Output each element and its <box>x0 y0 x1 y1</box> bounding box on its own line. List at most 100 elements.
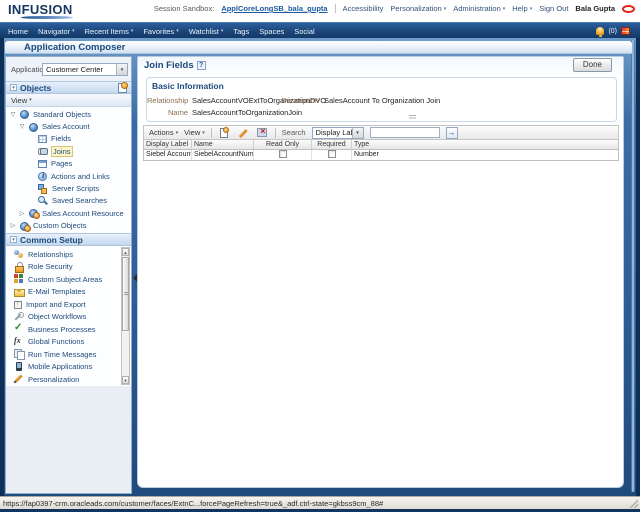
common-setup-item-mobile-applications[interactable]: Mobile Applications <box>6 361 131 374</box>
required-checkbox[interactable] <box>328 150 336 158</box>
tree-item-actions-and-links[interactable]: Actions and Links <box>6 170 131 182</box>
view-menu-button-table[interactable]: View ▾ <box>184 128 205 137</box>
join-fields-title-text: Join Fields <box>144 60 194 71</box>
global-navbar: Home Navigator▾ Recent Items▾ Favorites▾ Wat… <box>0 22 640 38</box>
common-setup-item-custom-subject-areas[interactable]: Custom Subject Areas <box>6 273 131 286</box>
script-icon <box>38 184 48 194</box>
tree-item-custom-objects[interactable]: ▷Custom Objects <box>6 220 131 232</box>
tree-toggle-icon[interactable]: ▽ <box>18 123 26 130</box>
actions-menu-button[interactable]: Actions ▾ <box>149 128 178 137</box>
objects-collapse-icon[interactable]: ▾ <box>10 84 17 91</box>
nav-item-label: Watchlist <box>189 27 219 36</box>
tree-item-saved-searches[interactable]: Saved Searches <box>6 195 131 207</box>
description-resize-grip[interactable] <box>409 115 416 119</box>
nav-item-label: Favorites <box>143 27 174 36</box>
basic-information-section: Basic Information Relationship SalesAcco… <box>146 77 617 122</box>
common-setup-item-personalization[interactable]: Personalization <box>6 373 131 386</box>
nav-item-watchlist[interactable]: Watchlist▾ <box>189 27 224 36</box>
table-row[interactable]: Siebel Account NumbSiebelAccountNumbeNum… <box>144 150 618 160</box>
dropdown-caret-icon: ▾ <box>444 6 447 12</box>
delete-icon <box>257 128 267 137</box>
edit-button[interactable] <box>237 127 250 139</box>
edit-object-icon[interactable] <box>118 83 127 93</box>
common-setup-item-label: Global Functions <box>28 337 84 346</box>
common-setup-item-label: Object Workflows <box>28 312 86 321</box>
objects-panel-header[interactable]: ▾ Objects <box>6 81 131 94</box>
header-utility-links: Session Sandbox: ApplCoreLongSB_bala_gup… <box>154 4 635 13</box>
column-header-display-label[interactable]: Display Label <box>144 140 192 149</box>
tree-item-standard-objects[interactable]: ▽Standard Objects <box>6 108 131 120</box>
tree-toggle-icon[interactable]: ▷ <box>18 210 26 217</box>
nav-item-spaces[interactable]: Spaces <box>259 27 284 36</box>
tree-item-server-scripts[interactable]: Server Scripts <box>6 182 131 194</box>
create-icon <box>220 128 228 138</box>
tree-item-fields[interactable]: Fields <box>6 133 131 145</box>
tree-toggle-icon[interactable]: ▷ <box>9 222 17 229</box>
common-setup-panel-header[interactable]: ▾ Common Setup <box>6 233 131 246</box>
search-go-button[interactable]: → <box>446 127 458 139</box>
nav-item-recent-items[interactable]: Recent Items▾ <box>85 27 134 36</box>
search-label: Search <box>282 128 306 137</box>
nav-item-tags[interactable]: Tags <box>233 27 249 36</box>
global-header: INFUSION Session Sandbox: ApplCoreLongSB… <box>0 0 640 22</box>
header-link-sign-out[interactable]: Sign Out <box>539 4 568 13</box>
column-header-read-only[interactable]: Read Only <box>254 140 312 149</box>
common-setup-item-global-functions[interactable]: Global Functions <box>6 336 131 349</box>
column-header-required[interactable]: Required <box>312 140 352 149</box>
nav-item-label: Recent Items <box>85 27 129 36</box>
nav-item-social[interactable]: Social <box>294 27 314 36</box>
notifications-bell-icon[interactable] <box>596 27 604 35</box>
read-only-checkbox[interactable] <box>279 150 287 158</box>
objects-tree: ▽Standard Objects▽Sales AccountFieldsJoi… <box>6 107 131 233</box>
header-link-administration[interactable]: Administration▾ <box>453 4 505 13</box>
dropdown-caret-icon: ▾ <box>530 6 533 12</box>
tree-view-toolbar: View ▾ <box>6 94 131 107</box>
nav-item-label: Social <box>294 27 314 36</box>
common-setup-item-business-processes[interactable]: Business Processes <box>6 323 131 336</box>
tree-item-joins[interactable]: Joins <box>6 145 131 157</box>
page-title: Application Composer <box>24 42 125 53</box>
scroll-up-icon[interactable]: ▲ <box>122 248 129 256</box>
help-icon[interactable]: ? <box>197 61 206 70</box>
search-input[interactable] <box>370 127 440 138</box>
scroll-down-icon[interactable]: ▼ <box>122 376 129 384</box>
view-menu-button[interactable]: View ▾ <box>11 96 32 105</box>
done-button[interactable]: Done <box>573 58 612 72</box>
search-by-arrow-icon[interactable]: ▾ <box>352 128 363 138</box>
tree-item-sales-account[interactable]: ▽Sales Account <box>6 120 131 132</box>
tree-toggle-icon[interactable]: ▽ <box>9 111 17 118</box>
create-button[interactable] <box>218 127 231 139</box>
common-setup-item-object-workflows[interactable]: Object Workflows <box>6 311 131 324</box>
cell-display-label: Siebel Account Numb <box>144 150 192 160</box>
header-link-personalization[interactable]: Personalization▾ <box>390 4 446 13</box>
common-setup-item-e-mail-templates[interactable]: E-Mail Templates <box>6 286 131 299</box>
common-setup-item-role-security[interactable]: Role Security <box>6 261 131 274</box>
column-header-name[interactable]: Name <box>192 140 254 149</box>
join-fields-table: Display LabelNameRead OnlyRequiredType S… <box>143 140 619 161</box>
tree-item-sales-account-resource[interactable]: ▷Sales Account Resource <box>6 207 131 219</box>
header-link-help[interactable]: Help▾ <box>512 4 532 13</box>
nav-item-home[interactable]: Home <box>8 27 28 36</box>
info-icon <box>38 172 47 181</box>
application-select[interactable]: Customer Center ▾ <box>42 63 128 76</box>
nav-item-navigator[interactable]: Navigator▾ <box>38 27 75 36</box>
common-setup-scrollbar[interactable]: ▲ ▼ <box>121 247 130 385</box>
msg-icon <box>14 349 24 359</box>
sidebar: Application Customer Center ▾ ▾ Objects … <box>5 56 132 494</box>
right-scroll-track[interactable] <box>631 40 635 492</box>
session-sandbox-link[interactable]: ApplCoreLongSB_bala_gupta <box>221 4 327 13</box>
scrollbar-thumb[interactable] <box>122 257 129 331</box>
delete-button[interactable] <box>256 127 269 139</box>
header-link-accessibility[interactable]: Accessibility <box>343 4 384 13</box>
common-setup-collapse-icon[interactable]: ▾ <box>10 236 17 243</box>
window-resize-grip[interactable] <box>628 499 638 508</box>
nav-item-favorites[interactable]: Favorites▾ <box>143 27 178 36</box>
column-header-type[interactable]: Type <box>352 140 618 149</box>
apps-grid-icon[interactable] <box>621 27 630 35</box>
common-setup-item-import-and-export[interactable]: Import and Export <box>6 298 131 311</box>
application-select-arrow-icon[interactable]: ▾ <box>116 64 127 75</box>
search-by-select[interactable]: Display Label ▾ <box>312 127 364 139</box>
tree-item-pages[interactable]: Pages <box>6 158 131 170</box>
common-setup-item-run-time-messages[interactable]: Run Time Messages <box>6 348 131 361</box>
common-setup-item-relationships[interactable]: Relationships <box>6 248 131 261</box>
